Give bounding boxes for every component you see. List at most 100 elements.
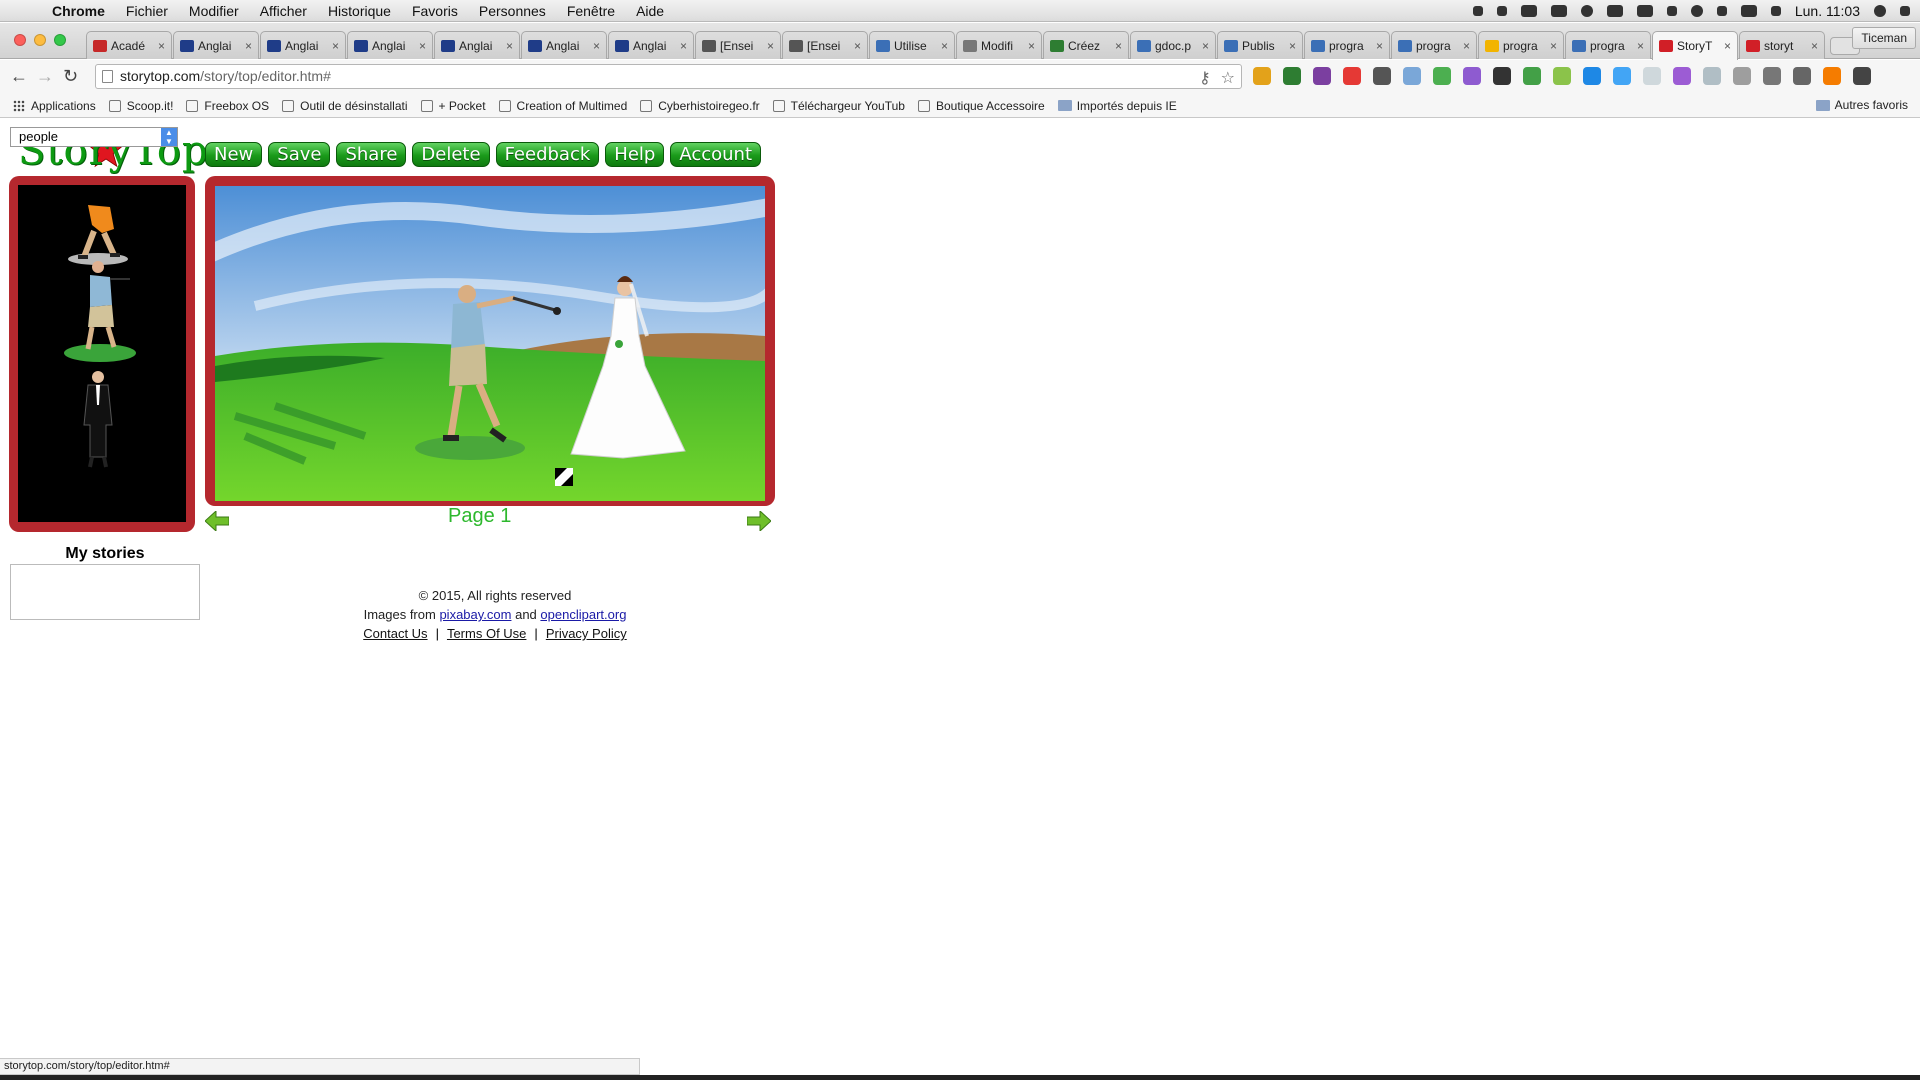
next-page-arrow-icon[interactable] [747, 511, 771, 531]
volume-icon[interactable] [1770, 6, 1781, 16]
resize-handle-icon[interactable] [555, 468, 573, 486]
wifi-icon[interactable] [1740, 5, 1757, 17]
bluetooth-icon[interactable] [1716, 6, 1727, 16]
clipart-man-tuxedo[interactable] [83, 371, 113, 468]
browser-tab[interactable]: progra × [1304, 31, 1390, 59]
feedback-button[interactable]: Feedback [495, 142, 600, 167]
menu-afficher[interactable]: Afficher [260, 3, 307, 19]
tab-close-icon[interactable]: × [1463, 39, 1470, 53]
delete-button[interactable]: Delete [412, 142, 490, 167]
menu-app[interactable]: Chrome [52, 3, 105, 19]
tab-close-icon[interactable]: × [245, 39, 252, 53]
tab-close-icon[interactable]: × [1724, 39, 1731, 53]
dropbox-icon[interactable] [1472, 6, 1483, 16]
extension-icon[interactable] [1313, 67, 1331, 85]
tab-close-icon[interactable]: × [158, 39, 165, 53]
tab-close-icon[interactable]: × [1637, 39, 1644, 53]
clipart-golfer-blue[interactable] [64, 261, 136, 362]
browser-tab[interactable]: [Ensei × [782, 31, 868, 59]
terms-link[interactable]: Terms Of Use [447, 626, 526, 641]
share-button[interactable]: Share [336, 142, 407, 167]
new-button[interactable]: New [205, 142, 263, 167]
tab-close-icon[interactable]: × [506, 39, 513, 53]
back-icon[interactable]: ← [10, 66, 28, 87]
address-bar[interactable]: storytop.com/story/top/editor.htm# ⚷ ☆ [95, 64, 1242, 89]
extension-icon[interactable] [1343, 67, 1361, 85]
bookmark-item[interactable]: Cyberhistoiregeo.fr [640, 99, 760, 113]
tab-close-icon[interactable]: × [1550, 39, 1557, 53]
extension-icon[interactable] [1553, 67, 1571, 85]
category-select[interactable]: people ▲ ▼ [10, 127, 178, 147]
menu-fenetre[interactable]: Fenêtre [567, 3, 615, 19]
notification-center-icon[interactable] [1900, 6, 1910, 16]
browser-tab[interactable]: Publis × [1217, 31, 1303, 59]
save-button[interactable]: Save [268, 142, 331, 167]
extension-icon[interactable] [1793, 67, 1811, 85]
apps-bookmark[interactable]: Applications [13, 99, 96, 113]
clock[interactable]: Lun. 11:03 [1795, 3, 1860, 19]
extension-icon[interactable] [1433, 67, 1451, 85]
tab-close-icon[interactable]: × [1811, 39, 1818, 53]
close-window-button[interactable] [14, 34, 26, 46]
eject-icon[interactable] [1666, 6, 1677, 16]
bookmark-star-icon[interactable]: ☆ [1221, 67, 1235, 90]
previous-page-arrow-icon[interactable] [205, 511, 229, 531]
browser-tab[interactable]: Anglai × [434, 31, 520, 59]
bookmark-item[interactable]: Boutique Accessoire [917, 99, 1045, 113]
sync-icon[interactable] [1580, 5, 1593, 17]
clipart-golfer-orange[interactable] [68, 205, 128, 265]
tab-close-icon[interactable]: × [1202, 39, 1209, 53]
my-stories-list[interactable] [10, 564, 200, 620]
menu-historique[interactable]: Historique [328, 3, 391, 19]
browser-tab[interactable]: Acadé × [86, 31, 172, 59]
browser-tab[interactable]: [Ensei × [695, 31, 781, 59]
bookmark-item[interactable]: Téléchargeur YouTub [772, 99, 905, 113]
browser-tab[interactable]: StoryT × [1652, 31, 1738, 60]
contact-us-link[interactable]: Contact Us [363, 626, 427, 641]
browser-tab[interactable]: Utilise × [869, 31, 955, 59]
browser-tab[interactable]: progra × [1478, 31, 1564, 59]
tab-close-icon[interactable]: × [419, 39, 426, 53]
extension-icon[interactable] [1403, 67, 1421, 85]
menu-personnes[interactable]: Personnes [479, 3, 546, 19]
tab-close-icon[interactable]: × [767, 39, 774, 53]
extension-icon[interactable] [1283, 67, 1301, 85]
tab-close-icon[interactable]: × [941, 39, 948, 53]
tab-close-icon[interactable]: × [854, 39, 861, 53]
airplay-icon[interactable] [1636, 5, 1653, 17]
browser-tab[interactable]: Anglai × [173, 31, 259, 59]
bookmark-item[interactable]: Creation of Multimed [498, 99, 627, 113]
time-machine-icon[interactable] [1690, 5, 1703, 17]
forward-icon[interactable]: → [36, 66, 54, 87]
extension-icon[interactable] [1643, 67, 1661, 85]
browser-tab[interactable]: storyt × [1739, 31, 1825, 59]
account-button[interactable]: Account [670, 142, 762, 167]
zoom-window-button[interactable] [54, 34, 66, 46]
browser-tab[interactable]: Anglai × [521, 31, 607, 59]
bookmark-item[interactable]: Scoop.it! [108, 99, 173, 113]
browser-tab[interactable]: Anglai × [347, 31, 433, 59]
bookmark-item[interactable]: Importés depuis IE [1057, 99, 1177, 113]
extension-icon[interactable] [1583, 67, 1601, 85]
icloud-icon[interactable] [1606, 5, 1623, 17]
menu-modifier[interactable]: Modifier [189, 3, 239, 19]
extension-icon[interactable] [1823, 67, 1841, 85]
privacy-link[interactable]: Privacy Policy [546, 626, 627, 641]
tab-close-icon[interactable]: × [680, 39, 687, 53]
bookmark-item[interactable]: + Pocket [420, 99, 486, 113]
extension-icon[interactable] [1463, 67, 1481, 85]
tab-close-icon[interactable]: × [1289, 39, 1296, 53]
extension-icon[interactable] [1673, 67, 1691, 85]
help-button[interactable]: Help [605, 142, 665, 167]
pixabay-link[interactable]: pixabay.com [439, 607, 511, 622]
extension-icon[interactable] [1493, 67, 1511, 85]
tab-close-icon[interactable]: × [1115, 39, 1122, 53]
story-stage[interactable] [215, 186, 765, 501]
extension-icon[interactable] [1523, 67, 1541, 85]
menu-fichier[interactable]: Fichier [126, 3, 168, 19]
extension-icon[interactable] [1763, 67, 1781, 85]
extension-icon[interactable] [1733, 67, 1751, 85]
menu-favoris[interactable]: Favoris [412, 3, 458, 19]
browser-tab[interactable]: Créez × [1043, 31, 1129, 59]
tab-close-icon[interactable]: × [332, 39, 339, 53]
